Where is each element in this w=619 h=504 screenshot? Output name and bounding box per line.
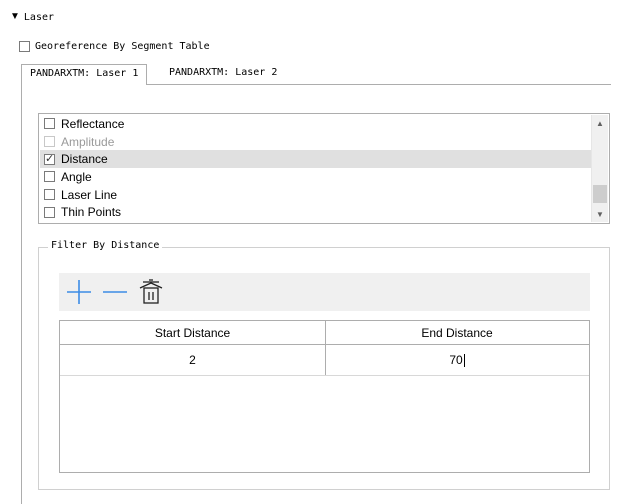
section-title: Laser [23, 11, 55, 23]
plus-icon[interactable] [65, 278, 93, 306]
column-header-label: End Distance [421, 325, 493, 340]
vertical-scrollbar[interactable]: ▲ ▼ [591, 115, 608, 222]
column-header-start-distance[interactable]: Start Distance [60, 321, 325, 345]
list-item-amplitude: Amplitude [40, 133, 592, 151]
list-item-label: Angle [61, 169, 92, 184]
text-cursor [463, 353, 465, 367]
filter-group-title: Filter By Distance [48, 240, 163, 251]
cell-start-distance[interactable]: 2 [60, 345, 325, 376]
attribute-list[interactable]: Reflectance Amplitude ✓ Distance Angle L… [38, 113, 610, 224]
tab-laser-1[interactable]: PANDARXTM: Laser 1 [21, 64, 148, 85]
tab-laser-2[interactable]: PANDARXTM: Laser 2 [161, 64, 285, 84]
collapse-triangle-icon[interactable]: ▼ [10, 12, 20, 22]
georeference-label: Georeference By Segment Table [35, 41, 210, 52]
list-item-angle[interactable]: Angle [40, 168, 592, 186]
tab-label: PANDARXTM: Laser 1 [30, 68, 139, 79]
column-header-label: Start Distance [154, 325, 231, 340]
list-item-label: Distance [61, 152, 108, 167]
cell-value: 2 [189, 353, 196, 367]
checkbox[interactable] [44, 118, 55, 130]
list-item-laser-line[interactable]: Laser Line [40, 186, 592, 204]
list-item-thin-points[interactable]: Thin Points [40, 204, 592, 222]
distance-filter-table[interactable]: Start Distance End Distance 2 70 [59, 320, 590, 473]
tab-panel-border-left [21, 84, 22, 504]
cell-value: 70 [449, 353, 463, 367]
scroll-thumb[interactable] [593, 185, 607, 203]
laser-section-header[interactable]: ▼ Laser [10, 10, 54, 24]
georeference-checkbox-row[interactable]: Georeference By Segment Table [19, 41, 210, 52]
checkbox [44, 136, 55, 148]
list-item-distance[interactable]: ✓ Distance [40, 150, 592, 169]
tab-label: PANDARXTM: Laser 2 [169, 67, 278, 78]
trash-icon[interactable] [137, 278, 165, 306]
list-item-label: Thin Points [61, 205, 122, 220]
list-item-label: Laser Line [61, 187, 118, 202]
checkbox[interactable] [44, 189, 55, 201]
list-item-label: Reflectance [61, 116, 125, 131]
scroll-up-icon[interactable]: ▲ [592, 115, 608, 131]
column-header-end-distance[interactable]: End Distance [325, 321, 589, 345]
georeference-checkbox[interactable] [19, 41, 30, 52]
list-item-reflectance[interactable]: Reflectance [40, 115, 592, 133]
checkbox[interactable]: ✓ [44, 151, 55, 165]
checkbox[interactable] [44, 206, 55, 218]
check-icon: ✓ [45, 151, 55, 165]
scroll-down-icon[interactable]: ▼ [592, 206, 608, 222]
checkbox[interactable] [44, 171, 55, 183]
filter-toolbar [59, 273, 590, 311]
minus-icon[interactable] [101, 278, 129, 306]
cell-end-distance[interactable]: 70 [325, 345, 589, 376]
list-item-label: Amplitude [61, 134, 115, 149]
